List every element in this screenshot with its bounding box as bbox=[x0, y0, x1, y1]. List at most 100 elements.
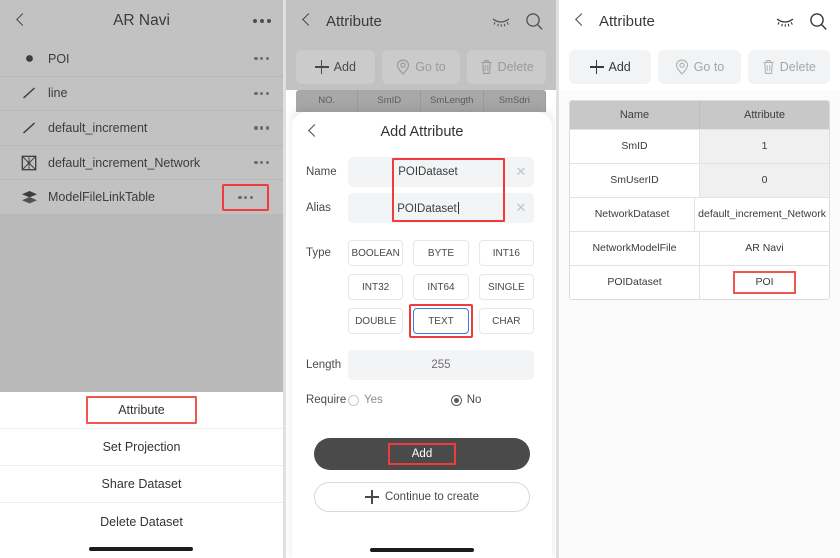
type-option-boolean[interactable]: BOOLEAN bbox=[347, 240, 404, 266]
go-to-button[interactable]: Go to bbox=[381, 50, 461, 84]
delete-button-label: Delete bbox=[779, 60, 816, 74]
add-button[interactable]: Add bbox=[295, 50, 375, 84]
search-icon[interactable] bbox=[525, 12, 544, 31]
table-col-name: Name bbox=[569, 101, 699, 129]
table-row[interactable]: SmUserID 0 bbox=[569, 164, 829, 198]
type-option-byte[interactable]: BYTE bbox=[413, 240, 469, 266]
back-chevron-icon[interactable] bbox=[298, 12, 316, 30]
search-icon[interactable] bbox=[809, 12, 828, 31]
add-button-label: Add bbox=[333, 60, 356, 74]
panel2-navbar: Attribute bbox=[285, 0, 556, 42]
require-option-no-label: No bbox=[466, 394, 482, 406]
continue-to-create-button[interactable]: Continue to create bbox=[313, 482, 530, 512]
require-option-yes[interactable]: Yes bbox=[347, 394, 383, 406]
type-option-int64[interactable]: INT64 bbox=[413, 274, 469, 300]
close-icon[interactable]: ✕ bbox=[508, 200, 534, 216]
continue-to-create-label: Continue to create bbox=[384, 491, 479, 503]
length-input[interactable]: 255 bbox=[347, 350, 534, 380]
action-sheet-item-label: Set Projection bbox=[102, 440, 181, 454]
close-icon[interactable]: ✕ bbox=[508, 164, 534, 180]
table-cell-value: AR Navi bbox=[699, 232, 829, 265]
eye-closed-icon[interactable] bbox=[491, 15, 511, 28]
attribute-grid-header: NO. SmID SmLength SmSdri bbox=[295, 90, 546, 112]
type-option-single[interactable]: SINGLE bbox=[478, 274, 534, 300]
add-attribute-dialog: Add Attribute Name POIDataset ✕ Alias PO… bbox=[291, 112, 552, 558]
list-item-more-icon[interactable] bbox=[254, 160, 269, 165]
table-cell-name: SmID bbox=[569, 130, 700, 163]
dataset-list: POI line default_increment default_incre… bbox=[0, 42, 283, 215]
name-input[interactable]: POIDataset ✕ bbox=[347, 157, 534, 187]
type-option-int32[interactable]: INT32 bbox=[347, 274, 404, 300]
type-option-double[interactable]: DOUBLE bbox=[347, 308, 404, 334]
three-panel-screenshot: AR Navi POI line default_increment defau… bbox=[0, 0, 840, 558]
list-item-label: line bbox=[48, 86, 68, 101]
table-col-attribute: Attribute bbox=[698, 101, 829, 129]
table-header-row: Name Attribute bbox=[569, 101, 829, 130]
table-cell-name: NetworkDataset bbox=[569, 198, 696, 231]
type-option-text[interactable]: TEXT bbox=[409, 304, 474, 338]
add-submit-button-label: Add bbox=[387, 443, 457, 465]
name-field-label: Name bbox=[305, 166, 337, 178]
action-sheet-item-attribute[interactable]: Attribute bbox=[0, 392, 283, 429]
table-cell-value: 1 bbox=[699, 130, 829, 163]
table-row[interactable]: NetworkDataset default_increment_Network bbox=[569, 198, 829, 232]
action-sheet-item-label: Delete Dataset bbox=[100, 514, 183, 529]
dialog-navbar: Add Attribute bbox=[292, 112, 552, 152]
attribute-table: Name Attribute SmID 1 SmUserID 0 Network… bbox=[568, 100, 830, 300]
table-row[interactable]: SmID 1 bbox=[569, 130, 829, 164]
list-item-label: default_increment_Network bbox=[48, 155, 201, 170]
grid-col-smid: SmID bbox=[358, 90, 421, 112]
network-dataset-icon bbox=[16, 155, 42, 171]
list-item-more-icon[interactable] bbox=[254, 126, 269, 130]
delete-button[interactable]: Delete bbox=[467, 50, 546, 84]
radio-selected-icon bbox=[450, 394, 462, 406]
add-button[interactable]: Add bbox=[568, 50, 652, 84]
list-item[interactable]: POI bbox=[0, 42, 283, 77]
table-cell-value: default_increment_Network bbox=[695, 198, 829, 231]
name-input-value: POIDataset bbox=[398, 166, 458, 178]
delete-button[interactable]: Delete bbox=[747, 50, 830, 84]
back-chevron-icon[interactable] bbox=[12, 12, 30, 30]
eye-closed-icon[interactable] bbox=[775, 15, 795, 28]
action-sheet-item-delete-dataset[interactable]: Delete Dataset bbox=[0, 503, 283, 540]
go-to-button-label: Go to bbox=[693, 60, 725, 74]
alias-field-label: Alias bbox=[305, 202, 331, 214]
plus-icon bbox=[364, 490, 379, 504]
list-item-more-icon[interactable] bbox=[254, 91, 269, 95]
page-title: Attribute bbox=[598, 12, 655, 30]
list-item-more-icon-highlighted[interactable] bbox=[222, 183, 269, 211]
panel3-toolbar: Add Go to Delete bbox=[558, 42, 840, 90]
list-item[interactable]: default_increment bbox=[0, 111, 283, 146]
type-option-int16[interactable]: INT16 bbox=[478, 240, 534, 266]
type-label: Type bbox=[305, 247, 331, 259]
action-sheet-item-share-dataset[interactable]: Share Dataset bbox=[0, 466, 283, 503]
add-button-label: Add bbox=[608, 60, 631, 74]
action-sheet-item-label: Attribute bbox=[86, 396, 197, 424]
list-item[interactable]: line bbox=[0, 76, 283, 112]
location-pin-icon bbox=[396, 59, 410, 75]
back-chevron-icon[interactable] bbox=[571, 12, 589, 30]
location-pin-icon bbox=[675, 59, 689, 75]
list-item[interactable]: default_increment_Network bbox=[0, 145, 283, 181]
action-sheet-item-label: Share Dataset bbox=[101, 477, 182, 491]
add-submit-button[interactable]: Add bbox=[313, 438, 530, 470]
back-chevron-icon[interactable] bbox=[304, 123, 322, 141]
list-item-more-icon[interactable] bbox=[254, 57, 269, 61]
table-row[interactable]: POIDataset POI bbox=[569, 266, 829, 299]
require-row: Require Yes No bbox=[306, 394, 534, 406]
table-row[interactable]: NetworkModelFile AR Navi bbox=[569, 232, 829, 266]
dimmed-backdrop[interactable] bbox=[0, 214, 283, 422]
alias-input[interactable]: POIDataset ✕ bbox=[347, 193, 534, 223]
go-to-button-label: Go to bbox=[415, 60, 446, 74]
trash-icon bbox=[480, 59, 493, 75]
point-dataset-icon bbox=[16, 53, 42, 64]
go-to-button[interactable]: Go to bbox=[658, 50, 741, 84]
list-item[interactable]: ModelFileLinkTable bbox=[0, 180, 283, 215]
delete-button-label: Delete bbox=[497, 60, 534, 74]
more-horizontal-icon[interactable] bbox=[252, 19, 271, 23]
action-sheet-item-set-projection[interactable]: Set Projection bbox=[0, 429, 283, 466]
require-option-no[interactable]: No bbox=[450, 394, 482, 406]
type-option-grid: BOOLEAN BYTE INT16 INT32 INT64 SINGLE DO… bbox=[347, 240, 534, 338]
type-option-char[interactable]: CHAR bbox=[478, 308, 534, 334]
trash-icon bbox=[762, 59, 775, 75]
